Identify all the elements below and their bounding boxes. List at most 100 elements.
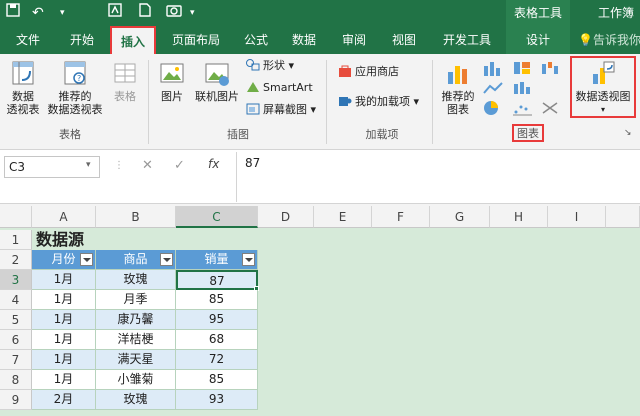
column-chart-icon[interactable] [482,60,504,79]
table-cell[interactable]: 满天星 [96,350,176,370]
lightbulb-icon: 💡 [578,33,593,47]
table-cell[interactable]: 洋桔梗 [96,330,176,350]
shapes-button[interactable]: 形状 ▾ [246,58,294,74]
sheet-title[interactable]: 数据源 [36,230,84,250]
picture-icon [159,60,185,88]
column-header[interactable]: I [548,206,606,228]
table-cell[interactable]: 小雏菊 [96,370,176,390]
hierarchy-chart-icon[interactable] [512,60,534,79]
table-cell[interactable]: 1月 [32,290,96,310]
row-header[interactable]: 9 [0,390,32,410]
tab-formulas[interactable]: 公式 [236,26,276,54]
tab-data[interactable]: 数据 [284,26,324,54]
row-header[interactable]: 1 [0,230,32,250]
my-addins-button[interactable]: 我的加载项 ▾ [338,94,419,110]
table-cell[interactable]: 1月 [32,310,96,330]
combo-chart-icon[interactable] [540,100,560,119]
touch-mode-icon[interactable] [108,3,122,23]
function-icon[interactable]: fx [208,157,219,171]
column-header[interactable]: G [430,206,490,228]
filter-dropdown-icon[interactable] [160,253,173,266]
row-header[interactable]: 2 [0,250,32,270]
tab-view[interactable]: 视图 [384,26,424,54]
select-all-corner[interactable] [0,206,32,228]
tab-home[interactable]: 开始 [62,26,102,54]
column-header[interactable]: D [258,206,314,228]
table-cell[interactable]: 85 [176,370,258,390]
column-header[interactable]: A [32,206,96,228]
online-pictures-button[interactable]: 联机图片 [192,60,242,103]
table-header-cell[interactable]: 商品 [96,250,176,270]
active-cell[interactable]: 87 [176,270,258,290]
screenshot-button[interactable]: 屏幕截图 ▾ [246,102,316,118]
table-cell[interactable]: 85 [176,290,258,310]
column-header[interactable] [606,206,640,228]
statistic-chart-icon[interactable] [512,80,534,99]
new-file-icon[interactable] [138,3,152,23]
column-header[interactable]: C [176,206,258,228]
online-picture-icon [204,60,230,88]
pivot-chart-button[interactable]: 数据透视图 ▾ [572,60,634,116]
table-cell[interactable]: 95 [176,310,258,330]
recommended-charts-button[interactable]: 推荐的 图表 [438,60,478,116]
table-cell[interactable]: 2月 [32,390,96,410]
pictures-button[interactable]: 图片 [154,60,190,103]
camera-icon[interactable] [166,3,182,23]
column-header[interactable]: B [96,206,176,228]
table-cell[interactable]: 月季 [96,290,176,310]
tab-page-layout[interactable]: 页面布局 [166,26,226,54]
undo-icon[interactable]: ↶ [32,3,44,23]
row-header[interactable]: 8 [0,370,32,390]
column-header[interactable]: F [372,206,430,228]
group-label-illustrations: 插图 [227,128,249,141]
scatter-chart-icon[interactable] [512,100,534,119]
tab-developer[interactable]: 开发工具 [436,26,498,54]
customize-toolbar-icon[interactable]: ▾ [190,3,195,23]
tab-design[interactable]: 设计 [506,26,570,54]
table-cell[interactable]: 1月 [32,350,96,370]
table-cell[interactable]: 72 [176,350,258,370]
chevron-down-icon[interactable]: ▾ [60,3,65,23]
row-header[interactable]: 7 [0,350,32,370]
table-cell[interactable]: 1月 [32,270,96,290]
waterfall-chart-icon[interactable] [540,60,560,79]
table-cell[interactable]: 1月 [32,370,96,390]
group-separator [432,60,433,144]
table-cell[interactable]: 康乃馨 [96,310,176,330]
table-cell[interactable]: 93 [176,390,258,410]
line-chart-icon[interactable] [482,80,504,99]
chevron-down-icon[interactable]: ▾ [86,160,91,170]
filter-dropdown-icon[interactable] [242,253,255,266]
tell-me-box[interactable]: 💡告诉我你 [578,26,640,54]
chevron-down-icon: ▾ [600,105,605,114]
row-header[interactable]: 6 [0,330,32,350]
tab-review[interactable]: 审阅 [334,26,374,54]
column-header[interactable]: E [314,206,372,228]
cancel-icon[interactable]: ✕ [142,158,153,173]
table-header-cell[interactable]: 月份 [32,250,96,270]
row-header[interactable]: 4 [0,290,32,310]
row-header[interactable]: 3 [0,270,32,290]
pie-chart-icon[interactable] [482,100,504,119]
column-header[interactable]: H [490,206,548,228]
recommended-pivot-icon: ? [62,60,88,88]
table-button[interactable]: 表格 [108,60,142,103]
formula-input-box[interactable]: 87 [236,152,640,202]
context-tab-label: 表格工具 [506,0,570,26]
tab-insert[interactable]: 插入 [110,26,156,54]
store-button[interactable]: 应用商店 [338,64,399,80]
smartart-button[interactable]: SmartArt [246,80,313,96]
dialog-launcher-icon[interactable]: ↘ [624,128,632,138]
table-cell[interactable]: 玫瑰 [96,390,176,410]
enter-icon[interactable]: ✓ [174,158,185,173]
table-cell[interactable]: 1月 [32,330,96,350]
recommended-pivot-button[interactable]: ? 推荐的 数据透视表 [44,60,106,116]
save-icon[interactable] [6,3,20,23]
table-cell[interactable]: 玫瑰 [96,270,176,290]
pivot-table-button[interactable]: 数据 透视表 [4,60,42,116]
filter-dropdown-icon[interactable] [80,253,93,266]
tab-file[interactable]: 文件 [8,26,48,54]
row-header[interactable]: 5 [0,310,32,330]
table-header-cell[interactable]: 销量 [176,250,258,270]
table-cell[interactable]: 68 [176,330,258,350]
